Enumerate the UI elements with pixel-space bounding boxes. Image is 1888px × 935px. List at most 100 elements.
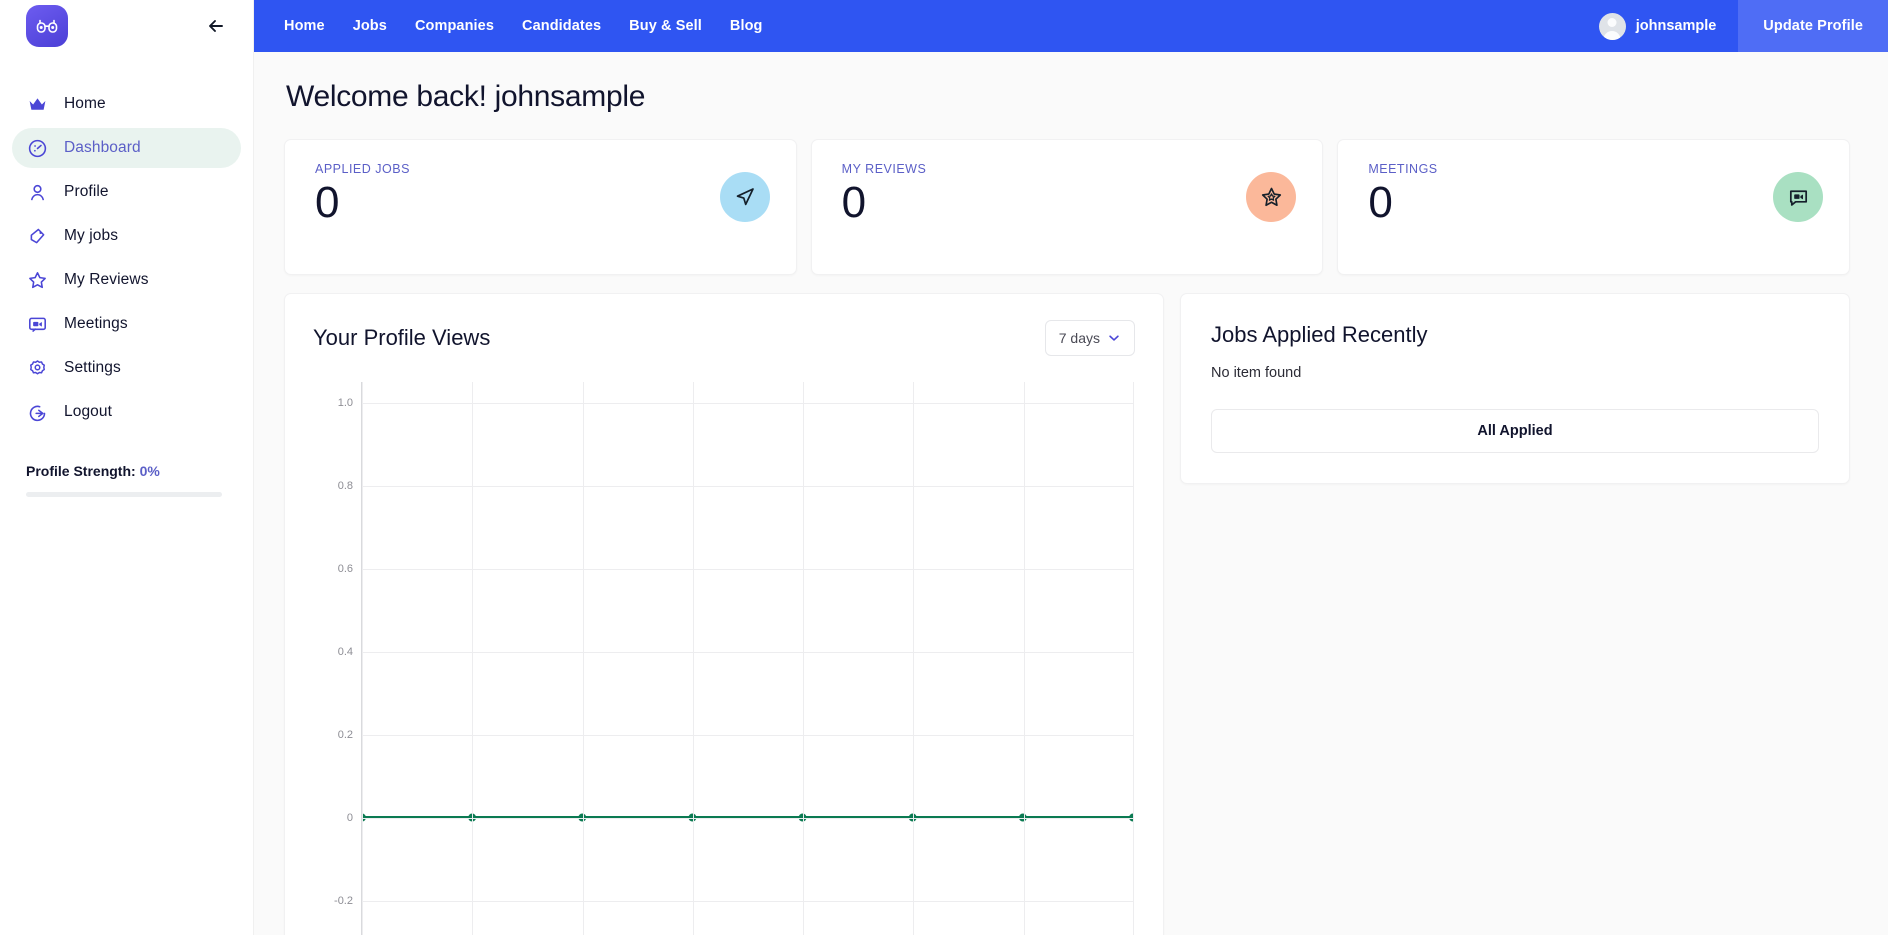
profile-strength-bar: [26, 492, 222, 497]
star-icon: [1261, 187, 1281, 206]
all-applied-button[interactable]: All Applied: [1211, 409, 1819, 453]
chart-y-tick: 1.0: [337, 396, 353, 409]
chart-y-tick: -0.2: [334, 894, 353, 907]
chart-gridline-horizontal: [362, 900, 1133, 902]
topbar-nav: Home Jobs Companies Candidates Buy & Sel…: [284, 18, 763, 34]
sidebar-item-profile[interactable]: Profile: [12, 172, 241, 212]
sidebar-collapse-button[interactable]: [203, 13, 229, 39]
stat-icon-circle: [719, 172, 770, 222]
sidebar-item-my-jobs[interactable]: My jobs: [12, 216, 241, 256]
chart-gridline-vertical: [692, 382, 694, 935]
chart-y-tick: 0.4: [337, 645, 353, 658]
app-logo[interactable]: [26, 5, 68, 47]
chart-y-tick: 0.6: [337, 562, 353, 575]
stat-card-my-reviews[interactable]: MY REVIEWS 0: [810, 139, 1324, 275]
user-icon: [26, 181, 48, 203]
update-profile-button[interactable]: Update Profile: [1738, 0, 1888, 52]
topnav-item-candidates[interactable]: Candidates: [522, 18, 601, 34]
user-menu[interactable]: johnsample: [1598, 12, 1717, 40]
profile-strength-value: 0%: [139, 463, 160, 479]
binoculars-icon: [36, 19, 58, 33]
gauge-icon: [26, 137, 48, 159]
jobs-applied-recently-card: Jobs Applied Recently No item found All …: [1180, 293, 1850, 484]
send-icon: [736, 188, 754, 206]
chart-gridline-vertical: [1133, 382, 1134, 935]
gear-icon: [26, 357, 48, 379]
stat-card-applied-jobs[interactable]: APPLIED JOBS 0: [284, 139, 797, 275]
chart-gridline-horizontal: [362, 817, 1133, 819]
sidebar-item-label: Dashboard: [64, 139, 141, 156]
profile-views-card: Your Profile Views 7 days 1.0 0.8 0.6 0.4 0.…: [284, 293, 1164, 935]
sidebar-item-my-reviews[interactable]: My Reviews: [12, 260, 241, 300]
sidebar-item-label: Logout: [64, 403, 113, 420]
chart-gridline-horizontal: [362, 485, 1133, 487]
chart-gridline-horizontal: [362, 734, 1133, 736]
sidebar-item-settings[interactable]: Settings: [12, 348, 241, 388]
sidebar-item-dashboard[interactable]: Dashboard: [12, 128, 241, 168]
crown-icon: [26, 93, 48, 115]
page-content: Welcome back! johnsample APPLIED JOBS 0: [254, 52, 1888, 935]
chart-series-line: [362, 813, 1133, 822]
chart-title: Your Profile Views: [313, 325, 491, 350]
chart-plot-area: [361, 382, 1134, 935]
video-chat-icon: [26, 313, 48, 335]
chart-y-tick: 0.8: [337, 479, 353, 492]
topnav-item-jobs[interactable]: Jobs: [353, 18, 387, 34]
sidebar-item-meetings[interactable]: Meetings: [12, 304, 241, 344]
topnav-item-companies[interactable]: Companies: [415, 18, 494, 34]
chart-gridline-vertical: [362, 382, 363, 935]
sidebar-nav: Home Dashboard Profile My jobs My Review…: [0, 84, 253, 432]
chart-gridline-horizontal: [362, 402, 1133, 404]
sidebar-item-home[interactable]: Home: [12, 84, 241, 124]
star-icon: [26, 269, 48, 291]
topnav-item-buy-sell[interactable]: Buy & Sell: [629, 18, 702, 34]
arrow-left-icon: [209, 20, 223, 32]
chart-header: Your Profile Views 7 days: [313, 320, 1135, 356]
chart-gridline-horizontal: [362, 651, 1133, 653]
sidebar-header: [0, 0, 253, 52]
avatar: [1598, 12, 1626, 40]
sidebar-item-label: Profile: [64, 183, 109, 200]
chart-gridline-horizontal: [362, 568, 1133, 570]
stat-value: 0: [315, 178, 340, 227]
lower-row: Your Profile Views 7 days 1.0 0.8 0.6 0.4 0.…: [284, 293, 1850, 935]
stat-cards: APPLIED JOBS 0 MY REVIEWS 0 MEETINGS 0: [284, 139, 1851, 275]
chart-y-axis-labels: 1.0 0.8 0.6 0.4 0.2 0 -0.2: [313, 382, 353, 935]
chart-range-select[interactable]: 7 days: [1044, 320, 1135, 356]
topbar: Home Jobs Companies Candidates Buy & Sel…: [254, 0, 1888, 52]
logout-icon: [26, 401, 48, 423]
page-title: Welcome back! johnsample: [286, 80, 646, 113]
chart-y-tick: 0.2: [337, 728, 353, 741]
side-card-empty-text: No item found: [1211, 365, 1302, 381]
profile-strength: Profile Strength: 0%: [26, 463, 228, 497]
sidebar-item-label: Settings: [64, 359, 121, 376]
app-root: Home Dashboard Profile My jobs My Review…: [0, 0, 1888, 935]
topbar-right: johnsample Update Profile: [1598, 0, 1888, 52]
sidebar-item-label: My jobs: [64, 227, 119, 244]
chart-y-tick: 0: [346, 811, 353, 824]
sidebar: Home Dashboard Profile My jobs My Review…: [0, 0, 254, 935]
chart-gridline-vertical: [803, 382, 805, 935]
sidebar-item-label: Meetings: [64, 315, 128, 332]
chart-gridline-vertical: [472, 382, 474, 935]
stat-value: 0: [841, 178, 867, 227]
stat-card-meetings[interactable]: MEETINGS 0: [1337, 139, 1851, 275]
sidebar-item-logout[interactable]: Logout: [12, 392, 241, 432]
stat-icon-circle: [1246, 172, 1297, 222]
username-label: johnsample: [1635, 18, 1717, 34]
chevron-down-icon: [1109, 335, 1119, 341]
profile-views-chart: 1.0 0.8 0.6 0.4 0.2 0 -0.2: [313, 382, 1134, 935]
chart-gridline-vertical: [913, 382, 915, 935]
chart-gridline-vertical: [582, 382, 584, 935]
topnav-item-home[interactable]: Home: [284, 18, 325, 34]
video-chat-icon: [1789, 189, 1807, 206]
profile-strength-text: Profile Strength: 0%: [26, 463, 228, 479]
sidebar-item-label: My Reviews: [64, 271, 149, 288]
stat-value: 0: [1368, 178, 1393, 227]
chart-range-label: 7 days: [1058, 330, 1100, 346]
main-area: Home Jobs Companies Candidates Buy & Sel…: [254, 0, 1888, 935]
stat-label: APPLIED JOBS: [315, 162, 410, 176]
sidebar-item-label: Home: [64, 95, 106, 112]
stat-icon-circle: [1773, 172, 1824, 222]
topnav-item-blog[interactable]: Blog: [730, 18, 763, 34]
